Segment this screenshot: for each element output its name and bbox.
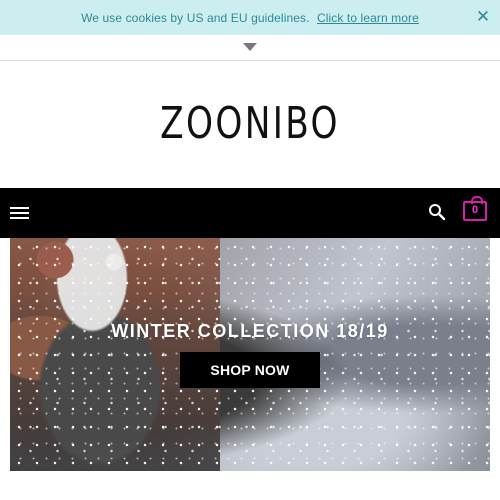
shopping-bag-icon[interactable]: 0: [463, 196, 487, 221]
cookie-banner: We use cookies by US and EU guidelines. …: [0, 0, 500, 35]
close-icon[interactable]: ✕: [474, 7, 492, 27]
cart-count: 0: [471, 204, 479, 216]
main-navbar: [0, 188, 500, 238]
cookie-message: We use cookies by US and EU guidelines.: [81, 11, 310, 25]
hamburger-icon[interactable]: [10, 205, 29, 221]
triangle-down-icon[interactable]: [243, 43, 257, 51]
search-icon[interactable]: [428, 203, 446, 221]
shopping-bag-handle-icon: [471, 196, 483, 204]
hero-banner[interactable]: WINTER COLLECTION 18/19 SHOP NOW: [10, 238, 490, 471]
hero-title: WINTER COLLECTION 18/19: [111, 321, 389, 341]
site-logo[interactable]: ZOONIBO: [55, 98, 445, 149]
cookie-learn-more-link[interactable]: Click to learn more: [317, 11, 419, 25]
cookie-message-row: We use cookies by US and EU guidelines. …: [0, 11, 500, 25]
shop-now-button[interactable]: SHOP NOW: [180, 352, 320, 388]
top-toggle-strip[interactable]: [0, 35, 500, 61]
